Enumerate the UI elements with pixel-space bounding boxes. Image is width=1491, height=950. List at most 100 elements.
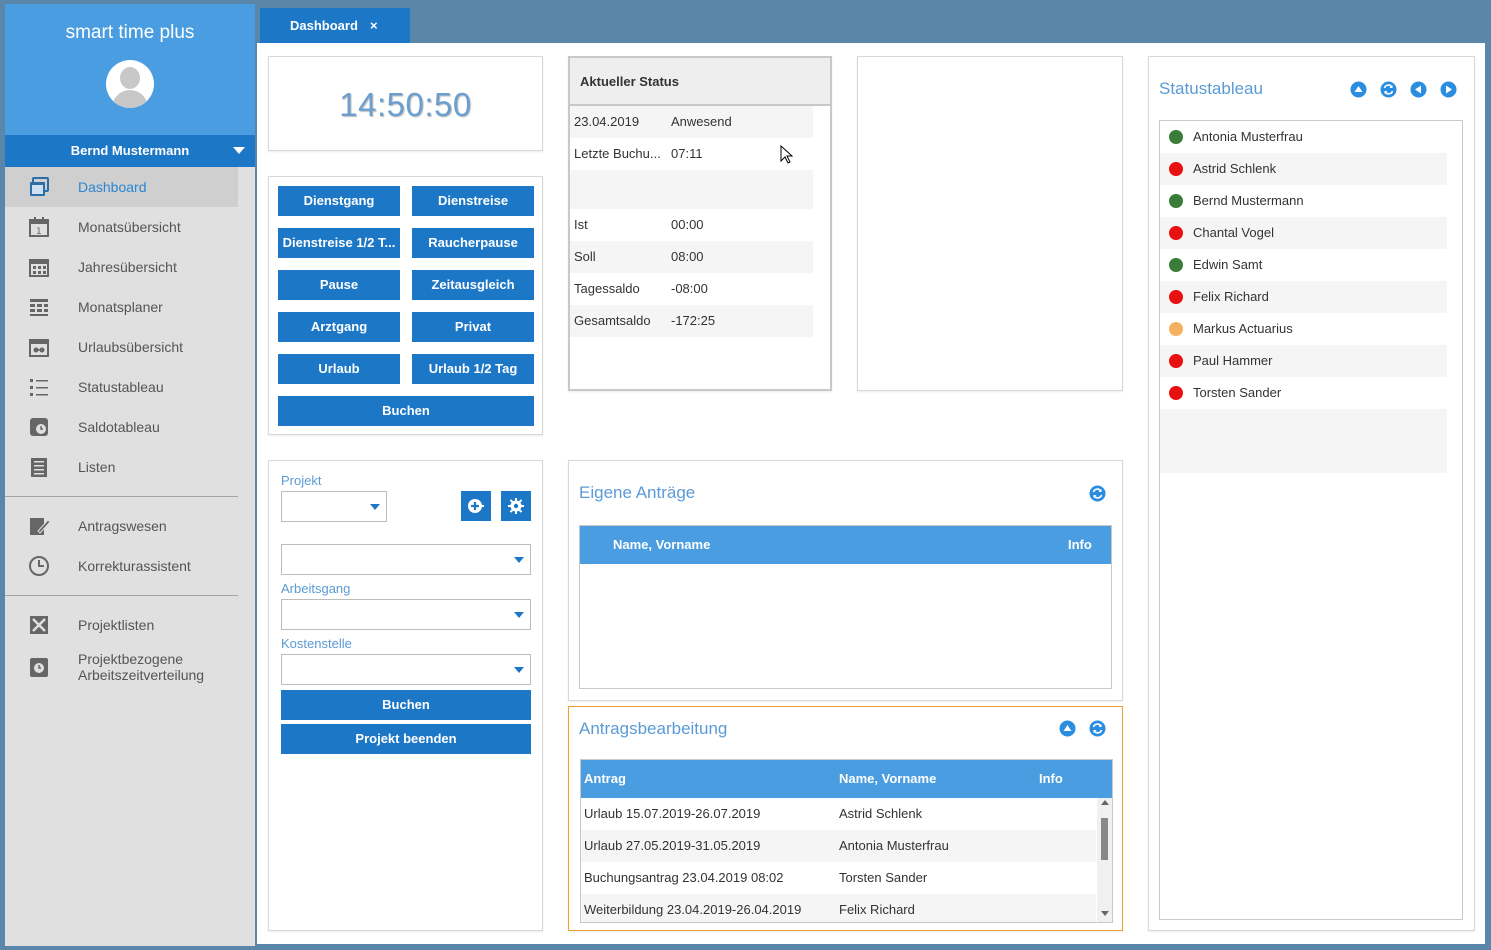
collapse-up-icon[interactable] [1350,81,1367,98]
nav-item-dashboard[interactable]: Dashboard [5,167,238,207]
previous-icon[interactable] [1410,81,1427,98]
book-button[interactable]: Buchen [278,396,534,426]
refresh-icon[interactable] [1380,81,1397,98]
project-settings-button[interactable] [501,491,531,521]
user-menu[interactable]: Bernd Mustermann [5,135,255,167]
scrollbar[interactable] [1097,798,1112,922]
next-icon[interactable] [1440,81,1457,98]
status-key: Soll [570,241,667,273]
calendar-month-icon: 1 [27,215,51,239]
button-dienstreise[interactable]: Dienstreise [412,186,534,216]
refresh-icon[interactable] [1089,485,1106,502]
own-requests-table: Name, Vorname Info [579,525,1112,689]
list-item[interactable]: Markus Actuarius [1160,313,1447,345]
nav-item-antragswesen[interactable]: Antragswesen [5,506,238,546]
button-raucherpause[interactable]: Raucherpause [412,228,534,258]
scrollbar-thumb[interactable] [1101,818,1108,860]
project-select[interactable] [281,491,387,522]
project-end-button[interactable]: Projekt beenden [281,724,531,754]
status-row [570,170,830,209]
column-name-header[interactable]: Name, Vorname [613,526,710,564]
status-absent-icon [1169,290,1183,304]
status-key: Gesamtsaldo [570,305,667,337]
subproject-select[interactable] [281,544,531,575]
status-key: Tagessaldo [574,281,640,296]
nav-item-monatsplaner[interactable]: Monatsplaner [5,287,238,327]
nav-label: Urlaubsübersicht [78,339,184,355]
project-book-button[interactable]: Buchen [281,690,531,720]
refresh-icon[interactable] [1089,720,1106,737]
button-urlaub[interactable]: Urlaub [278,354,400,384]
table-row[interactable]: Weiterbildung 23.04.2019-26.04.2019 Felix… [581,894,1112,922]
statustableau-title: Statustableau [1159,79,1263,98]
avatar[interactable] [106,60,154,108]
list-item[interactable]: Torsten Sander [1160,377,1447,409]
status-partial-icon [1169,322,1183,336]
nav-item-jahresuebersicht[interactable]: Jahresübersicht [5,247,238,287]
chevron-down-icon [514,557,524,563]
nav-item-saldotableau[interactable]: Saldotableau [5,407,238,447]
nav-item-urlaubsuebersicht[interactable]: Urlaubsübersicht [5,327,238,367]
scroll-down-icon[interactable] [1101,911,1109,916]
table-row[interactable]: Buchungsantrag 23.04.2019 08:02 Torsten S… [581,862,1112,894]
column-name-header[interactable]: Name, Vorname [839,760,936,798]
table-row[interactable]: Urlaub 27.05.2019-31.05.2019 Antonia Must… [581,830,1112,862]
status-row: 23.04.2019 Anwesend [570,106,830,138]
chevron-down-icon[interactable] [233,147,245,154]
chevron-down-icon [370,504,380,510]
dashboard-icon [27,175,51,199]
list-item[interactable]: Astrid Schlenk [1160,153,1447,185]
button-arztgang[interactable]: Arztgang [278,312,400,342]
list-item[interactable]: Bernd Mustermann [1160,185,1447,217]
table-row[interactable]: Urlaub 15.07.2019-26.07.2019 Astrid Schle… [581,798,1112,830]
close-icon[interactable]: × [370,8,378,43]
brand-header: smart time plus [5,4,255,135]
nav-item-projektlisten[interactable]: Projektlisten [5,605,238,645]
list-item[interactable]: Felix Richard [1160,281,1447,313]
nav-item-projektbezogene-arbeitszeitverteilung[interactable]: Projektbezogene Arbeitszeitverteilung [5,645,238,689]
column-info-header[interactable]: Info [1039,760,1063,798]
list-item[interactable]: Chantal Vogel [1160,217,1447,249]
booking-panel: Dienstgang Dienstreise Dienstreise 1/2 T… [268,176,543,435]
nav-label: Antragswesen [78,518,167,534]
nav-item-korrekturassistent[interactable]: Korrekturassistent [5,546,238,586]
button-dienstreise-halbtag[interactable]: Dienstreise 1/2 T... [278,228,400,258]
project-time-icon [27,655,51,679]
button-privat[interactable]: Privat [412,312,534,342]
list-item[interactable]: Edwin Samt [1160,249,1447,281]
request-cell: Urlaub 27.05.2019-31.05.2019 [581,830,836,862]
list-item[interactable]: Antonia Musterfrau [1160,121,1447,153]
request-table-body: Urlaub 15.07.2019-26.07.2019 Astrid Schle… [581,798,1112,922]
collapse-up-icon[interactable] [1059,720,1076,737]
status-value [667,170,813,209]
column-request-header[interactable]: Antrag [584,760,626,798]
cost-center-select[interactable] [281,654,531,685]
status-absent-icon [1169,226,1183,240]
status-row: Gesamtsaldo -172:25 [570,305,830,337]
nav-item-statustableau[interactable]: Statustableau [5,367,238,407]
button-urlaub-halbtag[interactable]: Urlaub 1/2 Tag [412,354,534,384]
scroll-up-icon[interactable] [1101,800,1109,805]
person-name: Chantal Vogel [1193,225,1274,240]
column-info-header[interactable]: Info [1068,526,1092,564]
status-value: Anwesend [667,106,813,138]
status-present-icon [1169,258,1183,272]
button-pause[interactable]: Pause [278,270,400,300]
button-zeitausgleich[interactable]: Zeitausgleich [412,270,534,300]
button-dienstgang[interactable]: Dienstgang [278,186,400,216]
status-present-icon [1169,194,1183,208]
nav-item-monatsuebersicht[interactable]: 1 Monatsübersicht [5,207,238,247]
svg-text:1: 1 [36,227,42,237]
list-item[interactable]: Paul Hammer [1160,345,1447,377]
person-name: Edwin Samt [1193,257,1263,272]
nav-item-listen[interactable]: Listen [5,447,238,487]
nav-divider [5,595,238,596]
add-project-button[interactable] [461,491,491,521]
edit-icon [27,514,51,538]
request-cell: Weiterbildung 23.04.2019-26.04.2019 [581,894,836,922]
tab-dashboard[interactable]: Dashboard × [260,8,410,43]
nav-label-line1: Projektbezogene [78,651,184,667]
nav-label: Jahresübersicht [78,259,177,275]
workstep-select[interactable] [281,599,531,630]
nav-label: Monatsübersicht [78,219,181,235]
